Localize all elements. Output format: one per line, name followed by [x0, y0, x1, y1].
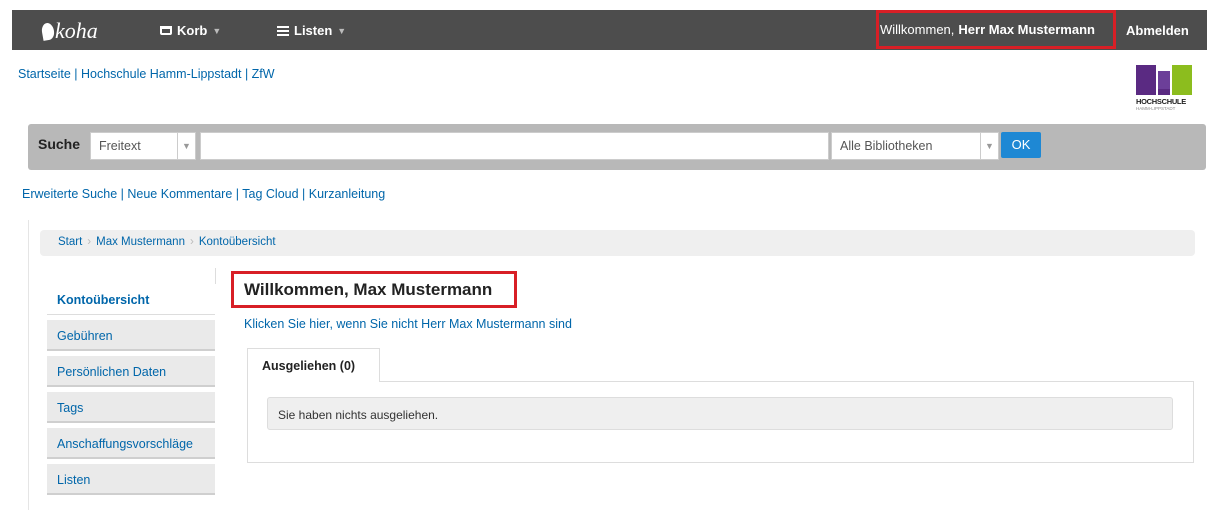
- koha-leaf-icon: [40, 21, 56, 41]
- sidebar-item-fees[interactable]: Gebühren: [47, 320, 215, 351]
- koha-logo-text: koha: [55, 18, 98, 43]
- breadcrumb-user[interactable]: Max Mustermann: [96, 236, 185, 248]
- welcome-prefix: Willkommen,: [880, 22, 955, 37]
- logo-shape: [1158, 71, 1170, 89]
- search-bar: Suche Freitext ▼ Alle Bibliotheken ▼ OK: [28, 124, 1206, 170]
- koha-logo[interactable]: koha: [40, 18, 98, 44]
- sidebar-item-personal-data[interactable]: Persönlichen Daten: [47, 356, 215, 387]
- search-label: Suche: [38, 136, 81, 152]
- breadcrumb-separator: ›: [189, 236, 194, 248]
- switch-user-link[interactable]: Klicken Sie hier, wenn Sie nicht Herr Ma…: [244, 317, 572, 331]
- content-border: [28, 220, 29, 510]
- welcome-user-highlight: Willkommen, Herr Max Mustermann: [876, 10, 1116, 49]
- search-input[interactable]: [200, 132, 829, 160]
- cart-menu-label: Korb: [177, 23, 208, 38]
- lists-menu[interactable]: Listen ▼: [277, 23, 346, 38]
- breadcrumb-current[interactable]: Kontoübersicht: [199, 236, 276, 248]
- sidebar-item-purchase-suggestions[interactable]: Anschaffungsvorschläge: [47, 428, 215, 459]
- logout-link[interactable]: Abmelden: [1126, 23, 1189, 38]
- chevron-down-icon: ▼: [337, 25, 347, 36]
- tab-checkouts[interactable]: Ausgeliehen (0): [247, 348, 380, 382]
- library-select-value: Alle Bibliotheken: [840, 139, 933, 153]
- institution-logo-subtext: HAMM-LIPPSTADT: [1136, 106, 1176, 111]
- logged-in-user-link[interactable]: Herr Max Mustermann: [958, 22, 1095, 37]
- lists-menu-label: Listen: [294, 23, 333, 38]
- chevron-down-icon: ▼: [212, 25, 222, 36]
- sidebar-item-lists[interactable]: Listen: [47, 464, 215, 495]
- sidebar-divider: [215, 268, 216, 284]
- library-select[interactable]: Alle Bibliotheken ▼: [831, 132, 999, 160]
- top-navbar: koha Korb ▼ Listen ▼ Willkommen, Herr Ma…: [12, 10, 1207, 50]
- breadcrumb-separator: ›: [87, 236, 92, 248]
- page-title: Willkommen, Max Mustermann: [244, 280, 493, 299]
- logo-shape: [1136, 65, 1156, 95]
- chevron-down-icon: ▼: [177, 133, 195, 159]
- breadcrumb: Start › Max Mustermann › Kontoübersicht: [40, 230, 1195, 256]
- cart-icon: [160, 26, 172, 35]
- search-options-links[interactable]: Erweiterte Suche | Neue Kommentare | Tag…: [22, 187, 385, 201]
- cart-menu[interactable]: Korb ▼: [160, 23, 221, 38]
- institution-logo: HOCHSCHULE HAMM-LIPPSTADT: [1136, 65, 1194, 117]
- breadcrumb-start[interactable]: Start: [58, 236, 82, 248]
- sidebar-item-account-overview[interactable]: Kontoübersicht: [47, 284, 215, 315]
- chevron-down-icon: ▼: [980, 133, 998, 159]
- logo-shape: [1158, 89, 1170, 95]
- top-breadcrumb[interactable]: Startseite | Hochschule Hamm-Lippstadt |…: [18, 67, 275, 81]
- list-icon: [277, 25, 289, 36]
- logo-shape: [1172, 65, 1192, 95]
- search-submit-button[interactable]: OK: [1001, 132, 1041, 158]
- checkouts-panel: Sie haben nichts ausgeliehen.: [247, 381, 1194, 463]
- search-scope-value: Freitext: [99, 139, 141, 153]
- search-scope-select[interactable]: Freitext ▼: [90, 132, 196, 160]
- sidebar-item-tags[interactable]: Tags: [47, 392, 215, 423]
- empty-checkouts-notice: Sie haben nichts ausgeliehen.: [267, 397, 1173, 430]
- institution-logo-text: HOCHSCHULE: [1136, 97, 1186, 106]
